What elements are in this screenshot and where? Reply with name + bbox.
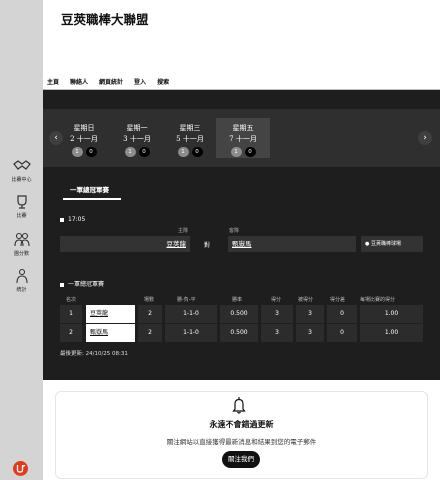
site-title: 豆莢職棒大聯盟 (61, 12, 149, 27)
diff-cell: 0 (327, 305, 357, 323)
allowed-cell: 3 (296, 324, 324, 342)
date-weekday: 星期一 (126, 124, 148, 132)
subscribe-description: 關注網站以直接獲得最新消息和結果到您的電子郵件 (166, 438, 317, 446)
home-label: 主隊 (178, 228, 189, 234)
versus-label: 對 (204, 242, 211, 249)
stats-icon (15, 268, 28, 284)
venue-name: 豆莢職棒球場 (370, 241, 401, 247)
brand-logo[interactable] (13, 461, 28, 476)
column-header: 名次 (66, 297, 77, 303)
column-header: 得分差 (330, 297, 346, 303)
date-day: 5 十一月 (176, 135, 204, 143)
sidebar-item-games[interactable]: 比賽 (0, 194, 43, 219)
top-nav: 主頁 聯絡人 網頁統計 登入 搜索 (47, 77, 169, 86)
date-day: 2 十一月 (70, 135, 98, 143)
trophy-icon (16, 195, 27, 209)
square-bullet-icon (60, 217, 64, 222)
date-weekday: 星期三 (179, 124, 201, 132)
logo-icon (16, 465, 26, 473)
date-card-selected[interactable]: 星期五 7 十一月 1 0 (216, 118, 270, 158)
games-cell: 2 (138, 305, 162, 323)
runs-cell: 3 (261, 324, 293, 342)
home-team-link[interactable]: 豆莢龍 (60, 236, 190, 252)
column-header: 每場比賽的得分 (360, 297, 396, 303)
column-header: 場數 (144, 297, 155, 303)
date-weekday: 星期五 (232, 124, 254, 132)
follow-button[interactable]: 關注我們 (222, 451, 260, 468)
other-count-badge: 0 (138, 147, 150, 157)
nav-item-search[interactable]: 搜索 (157, 77, 169, 86)
date-card[interactable]: 星期一 3 十一月 1 0 (110, 118, 164, 158)
column-header: 得分 (271, 297, 282, 303)
game-time: 17:05 (60, 216, 85, 223)
sidebar: 比賽中心 比賽 團分數 統計 (0, 0, 43, 480)
games-count-badge: 1 (124, 147, 136, 157)
team-cell[interactable]: 豆莢龍 (86, 305, 135, 323)
date-weekday: 星期日 (73, 124, 95, 132)
runs-cell: 3 (261, 305, 293, 323)
nav-item-login[interactable]: 登入 (134, 77, 146, 86)
games-count-badge: 1 (71, 147, 83, 157)
rank-cell: 1 (60, 305, 82, 323)
games-count-badge: 1 (230, 147, 242, 157)
sidebar-item-stats[interactable]: 統計 (0, 268, 43, 293)
handshake-icon (12, 160, 31, 170)
sidebar-item-teams[interactable]: 團分數 (0, 232, 43, 257)
sidebar-item-match-center[interactable]: 比賽中心 (0, 158, 43, 183)
date-card[interactable]: 星期日 2 十一月 1 0 (57, 118, 111, 158)
record-cell: 1-1-0 (165, 324, 217, 342)
away-team-link[interactable]: 甄嶽馬 (228, 236, 356, 252)
diff-cell: 0 (327, 324, 357, 342)
per-game-cell: 1.00 (360, 305, 423, 323)
column-header: 勝-負-平 (177, 297, 196, 303)
square-bullet-icon (60, 282, 64, 287)
last-updated: 最後更新: 24/10/25 08:31 (60, 351, 128, 357)
nav-item-stats[interactable]: 網頁統計 (99, 77, 123, 86)
standings-title-text: 一軍總冠軍賽 (68, 281, 105, 288)
other-count-badge: 0 (244, 147, 256, 157)
column-header: 被得分 (298, 297, 314, 303)
other-count-badge: 0 (191, 147, 203, 157)
table-row: 2 甄嶽馬 2 1-1-0 0.500 3 3 0 1.00 (60, 324, 423, 342)
tab-active-indicator (63, 198, 121, 200)
sidebar-item-label: 比賽 (16, 213, 27, 219)
games-cell: 2 (138, 324, 162, 342)
team-icon (13, 232, 30, 247)
away-label: 客隊 (229, 228, 240, 234)
venue-link[interactable]: ● 豆莢職棒球場 (361, 236, 423, 252)
chevron-right-icon: › (423, 133, 427, 143)
record-cell: 1-1-0 (165, 305, 217, 323)
nav-item-contacts[interactable]: 聯絡人 (70, 77, 88, 86)
sidebar-item-label: 比賽中心 (11, 177, 32, 183)
per-game-cell: 1.00 (360, 324, 423, 342)
rank-cell: 2 (60, 324, 82, 342)
table-row: 1 豆莢龍 2 1-1-0 0.500 3 3 0 1.00 (60, 305, 423, 323)
game-time-text: 17:05 (68, 216, 86, 223)
sidebar-item-label: 統計 (16, 287, 27, 293)
sidebar-item-label: 團分數 (13, 251, 29, 257)
pct-cell: 0.500 (220, 324, 258, 342)
nav-item-home[interactable]: 主頁 (47, 77, 59, 86)
other-count-badge: 0 (85, 147, 97, 157)
page: 比賽中心 比賽 團分數 統計 豆莢職棒大聯盟 主頁 聯絡人 網頁統計 登入 搜索… (0, 0, 440, 480)
bell-icon (232, 397, 246, 414)
games-count-badge: 1 (177, 147, 189, 157)
date-card[interactable]: 星期三 5 十一月 1 0 (163, 118, 217, 158)
next-date-button[interactable]: › (418, 131, 432, 145)
pct-cell: 0.500 (220, 305, 258, 323)
team-cell[interactable]: 甄嶽馬 (86, 324, 135, 342)
standings-title: 一軍總冠軍賽 (60, 279, 104, 288)
tab-championship[interactable]: 一軍總冠軍賽 (70, 184, 109, 194)
column-header: 勝率 (232, 297, 243, 303)
date-day: 7 十一月 (229, 135, 257, 143)
subscribe-title: 永遠不會錯過更新 (209, 420, 274, 429)
allowed-cell: 3 (296, 305, 324, 323)
date-day: 3 十一月 (123, 135, 151, 143)
